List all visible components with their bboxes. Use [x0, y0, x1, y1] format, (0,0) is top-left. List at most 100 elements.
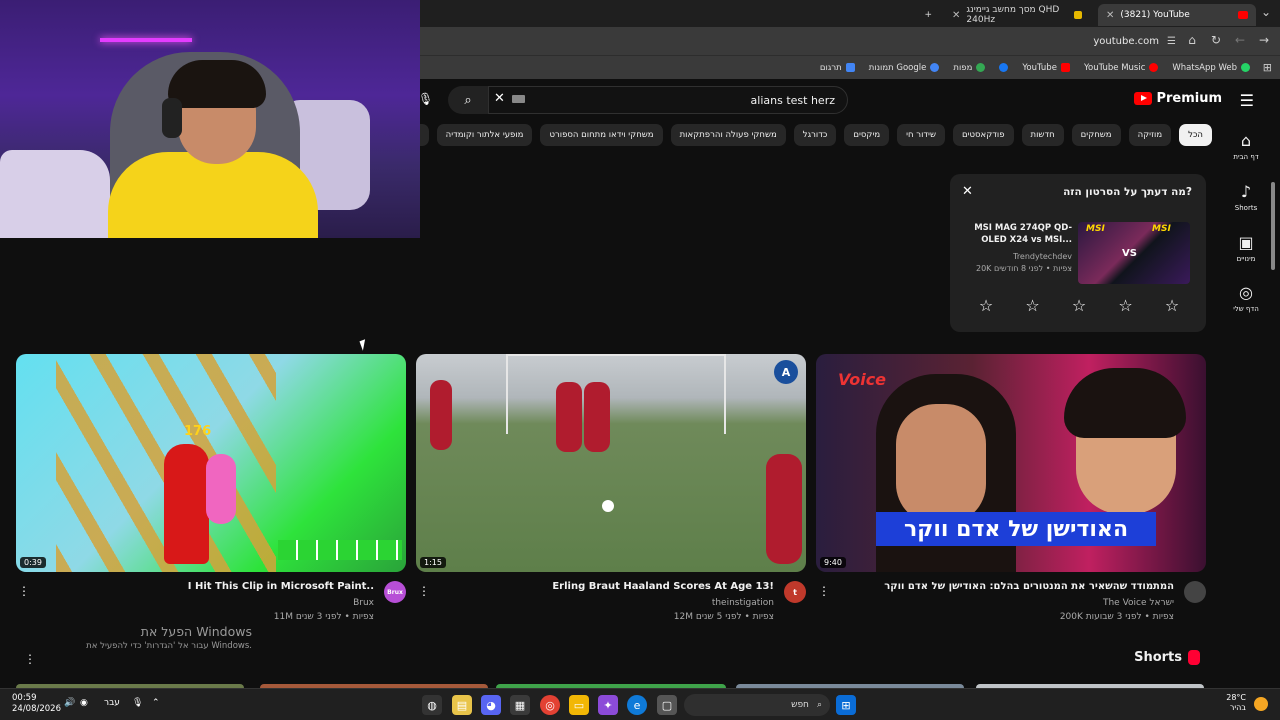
discord-icon[interactable]: ◕: [481, 695, 501, 715]
task-view-icon[interactable]: ▢: [657, 695, 677, 715]
video-thumbnail[interactable]: 176 0:39: [16, 354, 406, 572]
channel-name[interactable]: Brux: [353, 598, 374, 608]
webcam-overlay: [0, 0, 420, 238]
close-icon[interactable]: ✕: [962, 184, 973, 199]
obs-icon[interactable]: ◍: [422, 695, 442, 715]
star-icon[interactable]: ☆: [1162, 296, 1182, 315]
chip-all[interactable]: הכל: [1179, 124, 1212, 146]
shorts-section-title: Shorts: [1134, 650, 1200, 665]
search-button[interactable]: ⌕: [448, 86, 488, 114]
star-icon[interactable]: ☆: [1023, 296, 1043, 315]
video-thumbnail[interactable]: A 1:15: [416, 354, 806, 572]
bookmark-youtube[interactable]: YouTube: [1022, 63, 1070, 73]
streamer-shirt: [108, 152, 318, 238]
logo-text: Premium: [1156, 91, 1222, 106]
app-icon[interactable]: ▤: [452, 695, 472, 715]
video-title[interactable]: Erling Braut Haaland Scores At Age 13!: [552, 581, 774, 592]
close-tab-icon[interactable]: ✕: [1106, 10, 1114, 21]
youtube-premium-logo[interactable]: Premium: [1134, 91, 1222, 106]
chip-podcasts[interactable]: פודקאסטים: [952, 124, 1014, 146]
bookmark-google-photos[interactable]: תמונות Google: [869, 63, 940, 73]
weather-desc: בהיר: [1229, 703, 1246, 712]
chip-music[interactable]: מוזיקה: [1128, 124, 1172, 146]
survey-channel[interactable]: Trendytechdev: [1013, 252, 1072, 261]
reload-icon[interactable]: ↻: [1208, 33, 1224, 47]
network-icon[interactable]: ◉: [80, 698, 88, 708]
channel-name[interactable]: theinstigation: [712, 598, 774, 608]
weather-widget[interactable]: 28°C בהיר: [1226, 693, 1246, 713]
bookmark-maps[interactable]: מפות: [953, 63, 986, 73]
language-indicator[interactable]: עבר: [104, 698, 120, 708]
back-icon[interactable]: →: [1256, 33, 1272, 47]
tab-youtube[interactable]: ✕ (3821) YouTube: [1098, 4, 1256, 26]
video-duration: 9:40: [820, 557, 846, 568]
video-title[interactable]: I Hit This Clip in Microsoft Paint..: [188, 581, 374, 592]
clear-search-icon[interactable]: ✕: [494, 91, 505, 106]
star-icon[interactable]: ☆: [1116, 296, 1136, 315]
rail-shorts[interactable]: ♪ Shorts: [1226, 182, 1266, 212]
bookmark-youtube-music[interactable]: YouTube Music: [1084, 63, 1159, 73]
bookmark-translate[interactable]: תרגום: [820, 63, 855, 73]
led-strip: [100, 38, 192, 42]
channel-avatar[interactable]: [1184, 581, 1206, 603]
volume-icon[interactable]: 🔊: [64, 698, 75, 708]
mouse-cursor-icon: [359, 339, 369, 351]
file-explorer-icon[interactable]: ▭: [569, 695, 589, 715]
home-icon[interactable]: ⌂: [1184, 33, 1200, 47]
chip-football[interactable]: כדורגל: [793, 124, 837, 146]
system-clock[interactable]: 00:59 24/08/2026: [12, 693, 61, 715]
more-options-icon[interactable]: ⋮: [818, 584, 830, 598]
chevron-up-icon[interactable]: ⌃: [152, 698, 160, 708]
site-settings-icon[interactable]: ☰: [1167, 36, 1176, 47]
rail-label: מינויים: [1236, 255, 1256, 263]
edge-icon[interactable]: e: [627, 695, 647, 715]
bookmark-facebook[interactable]: [999, 63, 1009, 72]
forward-icon[interactable]: ←: [1232, 33, 1248, 47]
tab-search-icon[interactable]: ⌄: [1258, 5, 1274, 19]
bookmark-label: תמונות Google: [868, 62, 927, 73]
close-tab-icon[interactable]: ✕: [952, 10, 960, 21]
survey-video-title[interactable]: MSI MAG 274QP QD-OLED X24 vs MSI...: [962, 222, 1072, 246]
search-query: alians test herz: [750, 93, 835, 107]
more-options-icon[interactable]: ⋮: [24, 652, 36, 666]
search-input[interactable]: alians test herz: [488, 86, 848, 114]
channel-name[interactable]: The Voice ישראל: [1103, 598, 1174, 608]
video-meta: 11M צפיות • לפני 3 שנים: [273, 612, 374, 622]
chip-action-games[interactable]: משחקי פעולה והרפתקאות: [670, 124, 786, 146]
microphone-icon[interactable]: 🎙: [418, 92, 433, 106]
star-icon[interactable]: ☆: [976, 296, 996, 315]
new-tab-button[interactable]: +: [916, 4, 940, 26]
video-title[interactable]: המתמודד שהשאיר את המנטורים בהלם: האודישן…: [884, 581, 1174, 592]
rail-home[interactable]: ⌂ דף הבית: [1226, 131, 1266, 161]
tab-title: (3821) YouTube: [1120, 10, 1190, 20]
hamburger-menu-icon[interactable]: ☰: [1240, 91, 1254, 110]
microphone-icon[interactable]: 🎙: [132, 698, 143, 708]
taskbar-search[interactable]: חפש ⌕: [684, 694, 830, 716]
chip-live[interactable]: שידור חי: [897, 124, 945, 146]
chip-sports-games[interactable]: משחקי וידאו מתחום הספורט: [540, 124, 663, 146]
more-options-icon[interactable]: ⋮: [18, 584, 30, 598]
chip-games[interactable]: משחקים: [1071, 124, 1121, 146]
channel-avatar[interactable]: Brux: [384, 581, 406, 603]
channel-avatar[interactable]: t: [784, 581, 806, 603]
video-thumbnail[interactable]: Voice האודישן של אדם ווקר 9:40: [816, 354, 1206, 572]
rail-subscriptions[interactable]: ▣ מינויים: [1226, 233, 1266, 263]
keyboard-icon[interactable]: [512, 95, 525, 103]
address-bar[interactable]: youtube.com ☰: [424, 31, 1184, 51]
apps-grid-icon[interactable]: ⊞: [1263, 61, 1272, 74]
rail-you[interactable]: ◎ הדף שלי: [1226, 283, 1266, 313]
copilot-icon[interactable]: ✦: [598, 695, 618, 715]
star-icon[interactable]: ☆: [1069, 296, 1089, 315]
chip-mixes[interactable]: מיקסים: [844, 124, 890, 146]
store-icon[interactable]: ▦: [510, 695, 530, 715]
tab-monitor[interactable]: ✕ מסך מחשב גיימינג QHD 240Hz: [944, 4, 1090, 26]
start-icon[interactable]: ⊞: [836, 695, 856, 715]
chip-news[interactable]: חדשות: [1021, 124, 1064, 146]
more-options-icon[interactable]: ⋮: [418, 584, 430, 598]
thumb-character: [164, 444, 209, 564]
page-scrollbar[interactable]: [1271, 182, 1275, 270]
chip-comedy[interactable]: מופעי אלתור וקומדיה: [436, 124, 533, 146]
bookmark-whatsapp[interactable]: WhatsApp Web: [1172, 63, 1250, 73]
chrome-icon[interactable]: ◎: [540, 695, 560, 715]
survey-video-thumbnail[interactable]: MSI MSI VS: [1078, 222, 1190, 284]
